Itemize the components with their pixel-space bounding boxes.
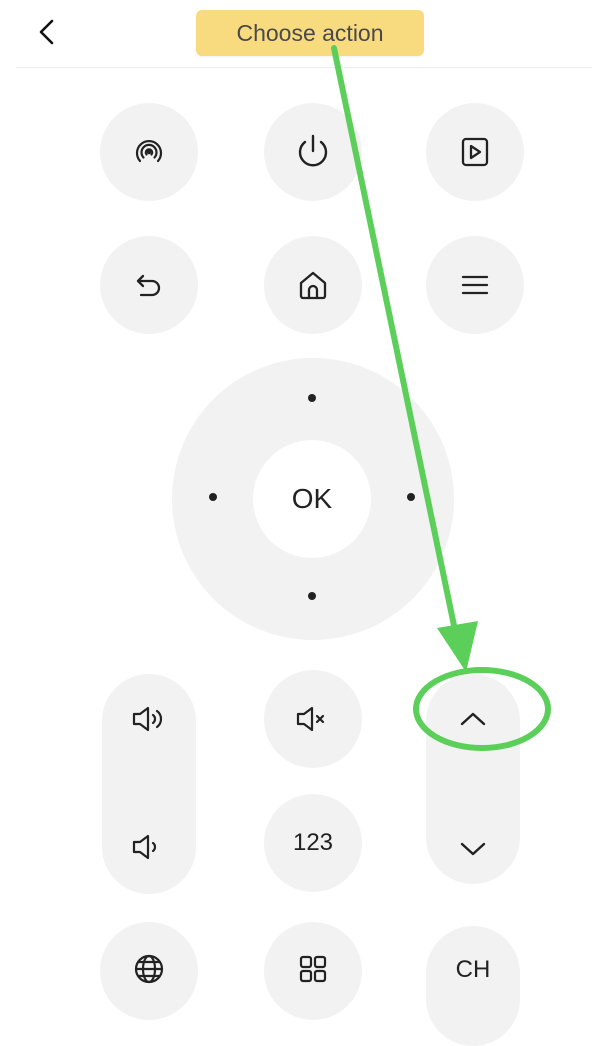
back-icon <box>132 268 166 302</box>
cast-icon <box>132 135 166 169</box>
menu-icon <box>458 268 492 302</box>
choose-action-tooltip: Choose action <box>196 10 424 56</box>
play-input-icon <box>458 135 492 169</box>
power-button[interactable] <box>264 103 362 201</box>
menu-button[interactable] <box>426 236 524 334</box>
channel-up-button[interactable] <box>426 676 520 762</box>
back-button[interactable] <box>30 14 64 50</box>
right-dot-icon <box>407 493 415 501</box>
chevron-left-icon <box>36 19 58 45</box>
home-icon <box>296 268 330 302</box>
apps-grid-icon <box>296 952 330 986</box>
globe-icon <box>132 952 166 986</box>
apps-button[interactable] <box>264 922 362 1020</box>
left-dot-icon <box>209 493 217 501</box>
volume-down-button[interactable] <box>102 804 196 890</box>
input-source-button[interactable] <box>426 103 524 201</box>
channel-label-rocker <box>426 926 520 1046</box>
dpad-up-button[interactable] <box>292 378 332 418</box>
annotation-arrow-head <box>437 621 478 672</box>
power-icon <box>293 132 333 172</box>
up-dot-icon <box>308 394 316 402</box>
mute-button[interactable] <box>264 670 362 768</box>
down-dot-icon <box>308 592 316 600</box>
language-button[interactable] <box>100 922 198 1020</box>
volume-down-icon <box>130 832 168 862</box>
chevron-up-icon <box>458 709 488 729</box>
cast-button[interactable] <box>100 103 198 201</box>
dpad-right-button[interactable] <box>391 477 431 517</box>
home-button[interactable] <box>264 236 362 334</box>
header-divider <box>16 67 592 68</box>
mute-icon <box>294 704 332 734</box>
dpad-down-button[interactable] <box>292 576 332 616</box>
volume-up-icon <box>130 704 168 734</box>
channel-down-button[interactable] <box>426 806 520 892</box>
dpad-left-button[interactable] <box>193 477 233 517</box>
numbers-button[interactable]: 123 <box>264 794 362 892</box>
channel-label: CH <box>455 956 491 983</box>
return-button[interactable] <box>100 236 198 334</box>
ok-button[interactable]: OK <box>253 440 371 558</box>
volume-up-button[interactable] <box>102 676 196 762</box>
chevron-down-icon <box>458 839 488 859</box>
